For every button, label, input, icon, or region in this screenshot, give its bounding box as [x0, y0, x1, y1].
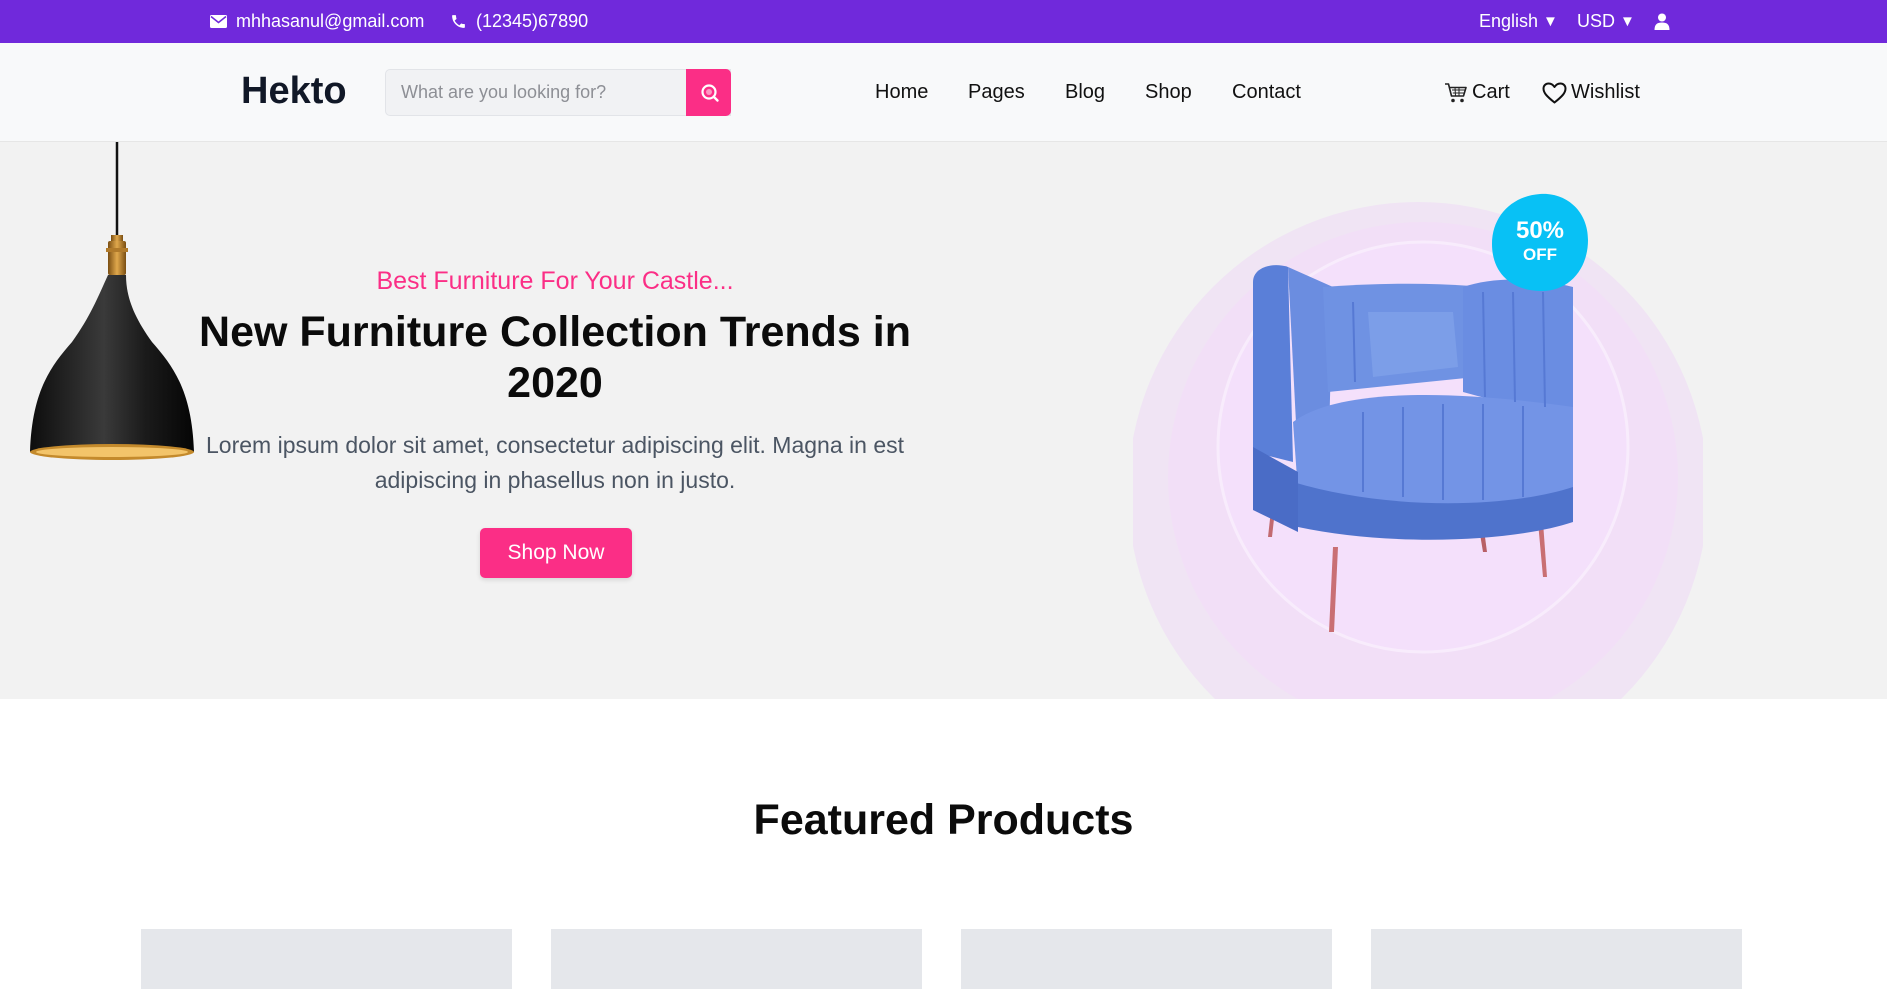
top-bar: mhhasanul@gmail.com (12345)67890 English… — [0, 0, 1887, 43]
nav-contact[interactable]: Contact — [1232, 43, 1301, 142]
phone-icon — [450, 13, 467, 30]
currency-label: USD — [1577, 11, 1616, 31]
discount-badge: 50% OFF — [1490, 192, 1590, 292]
heart-icon — [1542, 82, 1567, 103]
contact-email[interactable]: mhhasanul@gmail.com — [210, 0, 424, 43]
badge-percent: 50% — [1515, 217, 1565, 244]
hero-title: New Furniture Collection Trends in 2020 — [199, 308, 911, 407]
hero-description: Lorem ipsum dolor sit amet, consectetur … — [206, 432, 904, 493]
mail-icon — [210, 15, 227, 28]
product-card[interactable] — [961, 929, 1332, 989]
main-header: Hekto Home Pages Blog Shop Contact Cart … — [0, 43, 1887, 142]
hero-banner: Best Furniture For Your Castle... New Fu… — [0, 142, 1887, 699]
wishlist-link[interactable]: Wishlist — [1542, 43, 1640, 142]
armchair-image — [1128, 192, 1708, 699]
search-icon — [700, 83, 719, 102]
badge-off: OFF — [1523, 245, 1557, 264]
cart-icon — [1445, 82, 1467, 102]
contact-phone[interactable]: (12345)67890 — [450, 0, 588, 43]
chevron-down-icon: ▼ — [1543, 13, 1558, 30]
product-card[interactable] — [1371, 929, 1742, 989]
search-button[interactable] — [686, 69, 731, 116]
currency-select[interactable]: USD ▼ — [1577, 0, 1635, 43]
language-label: English — [1479, 11, 1539, 31]
language-select[interactable]: English ▼ — [1479, 0, 1558, 43]
search-input[interactable] — [386, 70, 686, 115]
nav-blog[interactable]: Blog — [1065, 43, 1105, 142]
phone-text: (12345)67890 — [476, 11, 589, 31]
cart-label: Cart — [1472, 81, 1510, 103]
nav-shop[interactable]: Shop — [1145, 43, 1192, 142]
nav-home[interactable]: Home — [875, 43, 928, 142]
logo[interactable]: Hekto — [241, 70, 347, 113]
nav-pages[interactable]: Pages — [968, 43, 1025, 142]
shop-now-button[interactable]: Shop Now — [480, 528, 632, 578]
chevron-down-icon: ▼ — [1620, 13, 1635, 30]
wishlist-label: Wishlist — [1571, 81, 1640, 103]
product-card[interactable] — [141, 929, 512, 989]
hero-subtitle: Best Furniture For Your Castle... — [376, 267, 734, 295]
email-text: mhhasanul@gmail.com — [236, 11, 425, 31]
featured-title: Featured Products — [753, 796, 1134, 844]
search-box — [385, 69, 731, 116]
cart-link[interactable]: Cart — [1444, 43, 1510, 142]
product-card[interactable] — [551, 929, 922, 989]
user-icon[interactable] — [1654, 0, 1670, 43]
